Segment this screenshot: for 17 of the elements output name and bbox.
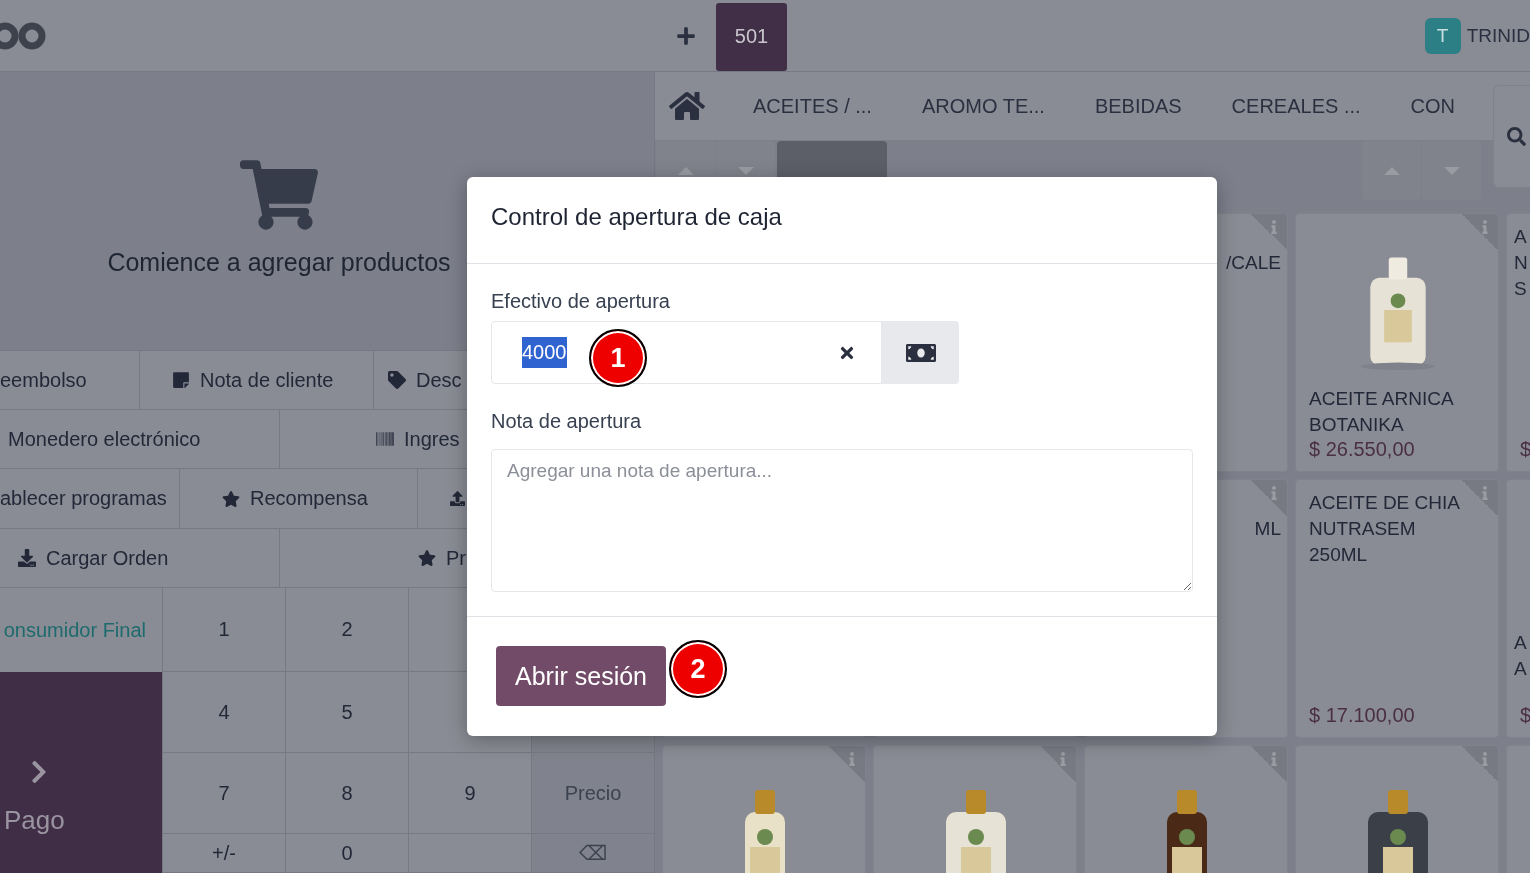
field-label: Nota de apertura bbox=[491, 410, 643, 433]
empty-cart-message: Comience a agregar productos bbox=[107, 247, 451, 277]
product-name: ML bbox=[1254, 517, 1281, 541]
field-label: Efectivo de apertura bbox=[491, 290, 671, 313]
product-price: $ bbox=[1520, 438, 1530, 461]
dialog-title: Control de apertura de caja bbox=[491, 203, 782, 230]
product-name: ACEITE DE CHIA NUTRASEM 250ML bbox=[1309, 491, 1460, 567]
product-name: ACEITE ARNICA BOTANIKA bbox=[1309, 387, 1454, 437]
user-name: TRINID bbox=[1466, 24, 1530, 47]
product-name: /CALE bbox=[1226, 251, 1281, 275]
product-price: $ 26.550,00 bbox=[1309, 438, 1416, 461]
product-name: A N S bbox=[1514, 225, 1528, 301]
product-price: $ bbox=[1520, 704, 1530, 727]
step-marker: 1 bbox=[589, 329, 647, 387]
step-marker: 2 bbox=[669, 640, 727, 698]
product-name: A A bbox=[1514, 631, 1527, 681]
product-price: $ 17.100,00 bbox=[1309, 704, 1416, 727]
